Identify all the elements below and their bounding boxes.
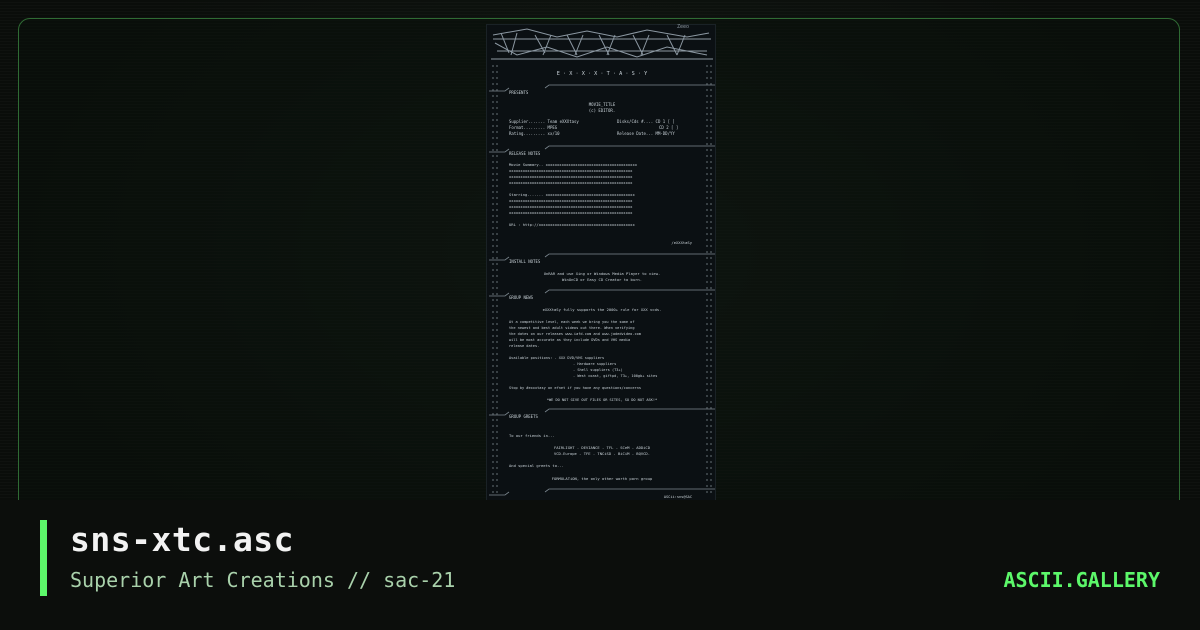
ascii-line: WinOnCD or Easy CD Creator to burn. <box>562 277 642 282</box>
page-title: sns-xtc.asc <box>70 520 295 559</box>
ascii-line: Supplier....... Team eXXXtasy <box>509 119 579 124</box>
ascii-art-preview: E · X · X · X · T · A · S · Y PRESENTS MOV… <box>486 24 716 502</box>
ascii-line: xxxxxxxxxxxxxxxxxxxxxxxxxxxxxxxxxxxxxxxx… <box>509 168 633 173</box>
ascii-line: UnRAR and use Xing or Windows Media Play… <box>544 271 661 276</box>
ascii-line: *WE DO NOT GIVE OUT FILES OR SITES, SO D… <box>547 398 657 402</box>
ascii-line: Available positions: - XXX DVD/VHS suppl… <box>509 356 604 360</box>
ascii-line: FAIRLIGHT - DEVIANCE - TFL - SCeM - ADDi… <box>554 445 651 450</box>
ascii-line: URL : http://xxxxxxxxxxxxxxxxxxxxxxxxxxx… <box>509 222 635 227</box>
ascii-line: GROUP GREETS <box>509 414 538 419</box>
ascii-line: PRESENTS <box>509 90 529 95</box>
ascii-line: xxxxxxxxxxxxxxxxxxxxxxxxxxxxxxxxxxxxxxxx… <box>509 174 633 179</box>
ascii-line: Disks/Cds #.... CD 1 [ ] <box>617 119 675 124</box>
ascii-line: And special greets to... <box>509 463 564 468</box>
ascii-line: release dates. <box>509 344 539 348</box>
ascii-logo <box>491 28 713 60</box>
ascii-line: - West coast, giftpd, T3+, 100gb+ sites <box>573 374 657 378</box>
ascii-line: E · X · X · X · T · A · S · Y <box>557 71 648 77</box>
ascii-line: xxxxxxxxxxxxxxxxxxxxxxxxxxxxxxxxxxxxxxxx… <box>509 180 633 185</box>
ascii-line: VCD-Europe - TFE - TNCiSD - BiCiM - BQVC… <box>554 451 650 456</box>
ascii-line: xxxxxxxxxxxxxxxxxxxxxxxxxxxxxxxxxxxxxxxx… <box>509 198 633 203</box>
ascii-line: Format......... MPEG <box>509 125 558 130</box>
ascii-line: Movie Summary.. xxxxxxxxxxxxxxxxxxxxxxxx… <box>509 162 638 167</box>
ascii-line: - Hardware suppliers <box>573 362 616 366</box>
ascii-line: xxxxxxxxxxxxxxxxxxxxxxxxxxxxxxxxxxxxxxxx… <box>509 210 633 215</box>
ascii-line: ASCii:sns@SAC <box>664 495 692 499</box>
ascii-line: the newest and best adult videos out the… <box>509 326 635 330</box>
page-subtitle: Superior Art Creations // sac-21 <box>70 568 456 592</box>
ascii-line: To our friends in... <box>509 433 555 438</box>
ascii-line: Rating......... xx/10 <box>509 131 560 136</box>
ascii-line: xxxxxxxxxxxxxxxxxxxxxxxxxxxxxxxxxxxxxxxx… <box>509 204 633 209</box>
ascii-line: GROUP NEWS <box>509 295 534 300</box>
ascii-line: INSTALL NOTES <box>509 259 541 264</box>
ascii-line: Starring....... xxxxxxxxxxxxxxxxxxxxxxxx… <box>509 192 635 197</box>
ascii-line: At a competitive level, each week we bri… <box>509 320 635 324</box>
ascii-line: - Shell suppliers (T3+) <box>573 368 623 372</box>
ascii-art-canvas: E · X · X · X · T · A · S · Y PRESENTS MOV… <box>489 28 715 499</box>
ascii-line: FORMULATiON, the only other worth porn g… <box>552 476 653 481</box>
ascii-line: (c) EDITOR. <box>589 108 616 113</box>
ascii-line: Stop by #exxxtasy on efnet if you have a… <box>509 386 641 390</box>
ascii-line: Release Date... MM-DD/YY <box>617 131 675 136</box>
art-corner-tag: Zeeo <box>677 24 690 30</box>
ascii-line: RELEASE NOTES <box>509 151 541 156</box>
ascii-line: /eXXXtaSy <box>671 240 692 245</box>
accent-bar <box>40 520 47 596</box>
brand-link[interactable]: ASCII.GALLERY <box>1003 568 1160 592</box>
ascii-line: will be most accurate as they include DV… <box>509 338 630 342</box>
ascii-line: the dates on our releases www.iafd.com a… <box>509 332 641 336</box>
ascii-line: MOVIE_TITLE <box>589 102 616 107</box>
ascii-line: CD 2 [ ] <box>659 125 678 130</box>
ascii-line: eXXXtaSy fully supports the 2000+ rule f… <box>543 307 662 312</box>
